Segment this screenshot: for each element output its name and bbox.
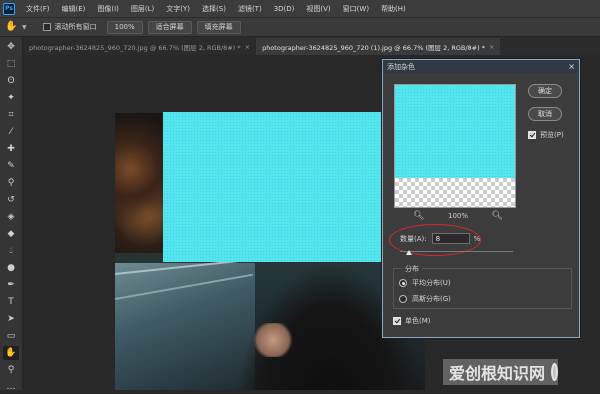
lasso-tool-icon[interactable]: ʘ (3, 74, 19, 88)
pen-tool-icon[interactable]: ✒ (3, 278, 19, 292)
cancel-button[interactable]: 取消 (528, 107, 562, 121)
history-brush-tool-icon[interactable]: ↺ (3, 193, 19, 207)
scroll-all-windows-option[interactable]: 滚动所有窗口 (42, 22, 97, 32)
menu-window[interactable]: 窗口(W) (337, 4, 375, 14)
add-noise-dialog: 添加杂色 × 🔍︎ 100% 🔍︎ 确定 取消 预览(P) 数量(A): % 分… (382, 59, 580, 338)
preview-label: 预览(P) (540, 131, 564, 139)
ok-button[interactable]: 确定 (528, 84, 562, 98)
photo-bridge (115, 263, 255, 390)
photoshop-logo-icon[interactable]: Ps (3, 2, 15, 15)
scroll-all-windows-label: 滚动所有窗口 (54, 23, 97, 31)
uniform-option[interactable]: 平均分布(U) (399, 278, 451, 288)
watermark: 爱创根知识网 (443, 359, 558, 385)
healing-brush-tool-icon[interactable]: ✚ (3, 142, 19, 156)
eyedropper-tool-icon[interactable]: ⁄ (3, 125, 19, 139)
close-icon[interactable]: × (489, 43, 494, 51)
menu-edit[interactable]: 编辑(E) (56, 4, 92, 14)
close-icon[interactable]: × (568, 62, 575, 71)
marquee-tool-icon[interactable]: ⬚ (3, 57, 19, 71)
zoom-out-icon[interactable]: 🔍︎ (413, 211, 424, 221)
brush-tool-icon[interactable]: ✎ (3, 159, 19, 173)
clone-stamp-tool-icon[interactable]: ⚲ (3, 176, 19, 190)
menu-3d[interactable]: 3D(D) (268, 5, 301, 13)
preview-transparency-area (395, 178, 515, 207)
menu-layer[interactable]: 图层(L) (125, 4, 160, 14)
blur-tool-icon[interactable]: 💧︎ (3, 244, 19, 258)
preview-noise-area (395, 85, 515, 178)
magic-wand-tool-icon[interactable]: ✦ (3, 91, 19, 105)
dodge-tool-icon[interactable]: ● (3, 261, 19, 275)
photo-trees (115, 113, 167, 253)
noise-layer-selection (163, 112, 396, 262)
menu-filter[interactable]: 滤镜(T) (232, 4, 268, 14)
monochrome-label: 单色(M) (405, 317, 431, 325)
uniform-label: 平均分布(U) (412, 279, 451, 287)
menu-bar: Ps 文件(F) 编辑(E) 图像(I) 图层(L) 文字(Y) 选择(S) 滤… (0, 0, 600, 17)
document-tab-bar: photographer-3624825_960_720.jpg @ 66.7%… (23, 37, 600, 55)
menu-help[interactable]: 帮助(H) (375, 4, 412, 14)
dialog-title: 添加杂色 (387, 62, 415, 71)
distribution-group: 分布 平均分布(U) 高斯分布(G) (393, 264, 572, 309)
document-tab-1-label: photographer-3624825_960_720.jpg @ 66.7%… (29, 43, 241, 52)
dialog-titlebar[interactable]: 添加杂色 × (383, 60, 579, 73)
hand-tool-active-icon[interactable]: ✋ (3, 346, 19, 360)
preview-checkbox[interactable] (528, 131, 536, 139)
preview-zoom-row: 🔍︎ 100% 🔍︎ (413, 211, 503, 221)
hand-tool-icon[interactable]: ✋ (5, 21, 17, 33)
filter-preview[interactable] (394, 84, 516, 208)
menu-select[interactable]: 选择(S) (196, 4, 232, 14)
preview-checkbox-row[interactable]: 预览(P) (528, 130, 564, 140)
scroll-all-windows-checkbox[interactable] (42, 23, 51, 31)
menu-type[interactable]: 文字(Y) (160, 4, 196, 14)
path-selection-tool-icon[interactable]: ➤ (3, 312, 19, 326)
type-tool-icon[interactable]: T (3, 295, 19, 309)
watermark-text: 爱创根知识网 (449, 364, 546, 383)
options-bar: ✋ ▼ 滚动所有窗口 100% 适合屏幕 填充屏幕 (0, 17, 600, 37)
menu-view[interactable]: 视图(V) (300, 4, 336, 14)
eraser-tool-icon[interactable]: ◈ (3, 210, 19, 224)
monochrome-checkbox[interactable] (393, 317, 401, 325)
crop-tool-icon[interactable]: ⌗ (3, 108, 19, 122)
amount-slider[interactable] (400, 251, 513, 252)
rectangle-tool-icon[interactable]: ▭ (3, 329, 19, 343)
watermark-logo-icon (551, 363, 558, 381)
gaussian-label: 高斯分布(G) (412, 295, 451, 303)
close-icon[interactable]: × (245, 43, 250, 51)
fill-screen-button[interactable]: 填充屏幕 (196, 20, 241, 34)
gaussian-option[interactable]: 高斯分布(G) (399, 294, 451, 304)
document-tab-2-label: photographer-3624825_960_720 (1).jpg @ 6… (262, 43, 485, 52)
gaussian-radio[interactable] (399, 295, 407, 303)
preview-zoom-value: 100% (447, 212, 468, 220)
document-tab-2[interactable]: photographer-3624825_960_720 (1).jpg @ 6… (256, 38, 501, 55)
more-tools-icon[interactable]: … (3, 380, 19, 394)
menu-file[interactable]: 文件(F) (20, 4, 56, 14)
document-tab-1[interactable]: photographer-3624825_960_720.jpg @ 66.7%… (23, 38, 256, 55)
zoom-100-button[interactable]: 100% (106, 20, 143, 34)
fit-screen-button[interactable]: 适合屏幕 (147, 20, 192, 34)
menu-image[interactable]: 图像(I) (91, 4, 125, 14)
paint-bucket-tool-icon[interactable]: ◆ (3, 227, 19, 241)
distribution-title: 分布 (402, 264, 422, 274)
amount-slider-thumb[interactable] (406, 250, 412, 255)
zoom-tool-icon[interactable]: ⚲ (3, 363, 19, 377)
monochrome-row[interactable]: 单色(M) (393, 316, 431, 326)
zoom-in-icon[interactable]: 🔍︎ (492, 211, 503, 221)
move-tool-icon[interactable]: ✥ (3, 40, 19, 54)
photo-hand (253, 323, 293, 357)
uniform-radio[interactable] (399, 279, 407, 287)
toolbox: ✥ ⬚ ʘ ✦ ⌗ ⁄ ✚ ✎ ⚲ ↺ ◈ ◆ 💧︎ ● ✒ T ➤ ▭ ✋ ⚲… (0, 37, 23, 392)
tool-preset-caret-icon[interactable]: ▼ (22, 24, 27, 31)
